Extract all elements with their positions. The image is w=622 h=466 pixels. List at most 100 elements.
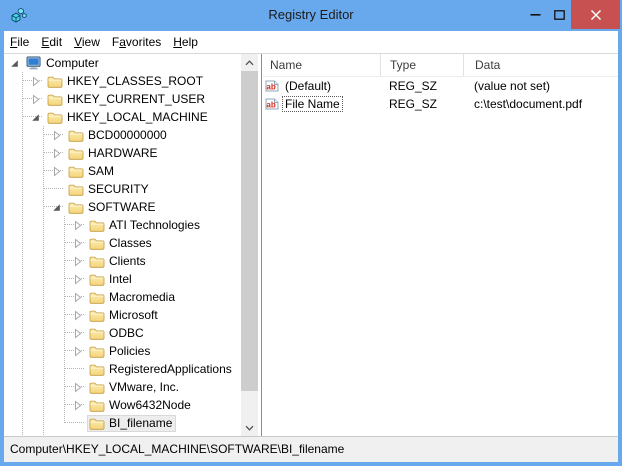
tree-item-label: BCD00000000 xyxy=(88,128,167,142)
scroll-down-button[interactable] xyxy=(241,419,258,436)
value-row-default[interactable]: ab(Default)REG_SZ(value not set) xyxy=(263,77,618,95)
tree-item-microsoft[interactable]: Microsoft xyxy=(4,306,241,324)
tree-expander-collapsed-icon[interactable] xyxy=(50,165,63,178)
tree-item-wow6432node[interactable]: Wow6432Node xyxy=(4,396,241,414)
folder-icon xyxy=(47,74,63,88)
tree-item-bi-filename[interactable]: BI_filename xyxy=(4,414,241,432)
tree-expander-collapsed-icon[interactable] xyxy=(71,219,84,232)
tree-item-intel[interactable]: Intel xyxy=(4,270,241,288)
status-bar: Computer\HKEY_LOCAL_MACHINE\SOFTWARE\BI_… xyxy=(4,436,618,462)
menu-edit[interactable]: Edit xyxy=(35,31,68,53)
minimize-button[interactable] xyxy=(526,0,544,29)
tree-scrollbar[interactable] xyxy=(241,54,258,436)
folder-icon xyxy=(89,362,105,376)
menu-file[interactable]: File xyxy=(4,31,35,53)
tree-expander-collapsed-icon[interactable] xyxy=(71,327,84,340)
folder-icon xyxy=(89,326,105,340)
folder-icon xyxy=(47,110,63,124)
tree-item-label: Macromedia xyxy=(109,290,175,304)
menu-favorites[interactable]: Favorites xyxy=(106,31,167,53)
tree-expander-collapsed-icon[interactable] xyxy=(50,147,63,160)
tree-item-software[interactable]: SOFTWARE xyxy=(4,198,241,216)
scrollbar-thumb[interactable] xyxy=(241,71,258,391)
tree-node-ati-technologies[interactable]: ATI Technologies xyxy=(87,217,204,234)
values-header: NameTypeData xyxy=(263,54,618,77)
tree-node-bcd00000000[interactable]: BCD00000000 xyxy=(66,127,171,144)
tree-item-clients[interactable]: Clients xyxy=(4,252,241,270)
value-row-file-name[interactable]: abFile NameREG_SZc:\test\document.pdf xyxy=(263,95,618,113)
titlebar[interactable]: Registry Editor xyxy=(0,0,622,31)
folder-icon xyxy=(89,308,105,322)
tree-expander-collapsed-icon[interactable] xyxy=(71,255,84,268)
tree-expander-collapsed-icon[interactable] xyxy=(71,345,84,358)
tree-item-classes[interactable]: Classes xyxy=(4,234,241,252)
tree-expander-collapsed-icon[interactable] xyxy=(71,399,84,412)
tree-node-clients[interactable]: Clients xyxy=(87,253,150,270)
tree-item-hkey-local-machine[interactable]: HKEY_LOCAL_MACHINE xyxy=(4,108,241,126)
tree-item-macromedia[interactable]: Macromedia xyxy=(4,288,241,306)
tree-expander-collapsed-icon[interactable] xyxy=(71,381,84,394)
string-value-icon: ab xyxy=(265,80,279,92)
tree-node-software[interactable]: SOFTWARE xyxy=(66,199,160,216)
tree-node-hkey-current-user[interactable]: HKEY_CURRENT_USER xyxy=(45,91,209,108)
scroll-up-button[interactable] xyxy=(241,54,258,71)
tree-item-security[interactable]: SECURITY xyxy=(4,180,241,198)
tree-item-hardware[interactable]: HARDWARE xyxy=(4,144,241,162)
tree-node-vmware-inc[interactable]: VMware, Inc. xyxy=(87,379,183,396)
tree-item-label: HARDWARE xyxy=(88,146,158,160)
tree-item-hkey-classes-root[interactable]: HKEY_CLASSES_ROOT xyxy=(4,72,241,90)
tree-node-intel[interactable]: Intel xyxy=(87,271,136,288)
tree-node-hkey-classes-root[interactable]: HKEY_CLASSES_ROOT xyxy=(45,73,207,90)
tree-node-classes[interactable]: Classes xyxy=(87,235,156,252)
tree-item-label: BI_filename xyxy=(109,416,172,430)
maximize-button[interactable] xyxy=(550,0,568,29)
tree-node-computer[interactable]: Computer xyxy=(24,55,103,72)
tree-item-bcd00000000[interactable]: BCD00000000 xyxy=(4,126,241,144)
svg-text:ab: ab xyxy=(266,100,275,109)
tree-expander-expanded-icon[interactable] xyxy=(50,201,63,214)
tree-pane: Computer HKEY_CLASSES_ROOT HKEY_CURRENT_US… xyxy=(4,54,258,436)
tree-expander-collapsed-icon[interactable] xyxy=(71,291,84,304)
column-header-name[interactable]: Name xyxy=(263,54,380,76)
tree-item-registeredapplications[interactable]: RegisteredApplications xyxy=(4,360,241,378)
tree-item-ati-technologies[interactable]: ATI Technologies xyxy=(4,216,241,234)
tree-node-policies[interactable]: Policies xyxy=(87,343,154,360)
column-header-type[interactable]: Type xyxy=(380,54,463,76)
tree-node-sam[interactable]: SAM xyxy=(66,163,118,180)
tree-node-registeredapplications[interactable]: RegisteredApplications xyxy=(87,361,236,378)
tree-node-bi-filename[interactable]: BI_filename xyxy=(87,415,176,432)
tree-expander-collapsed-icon[interactable] xyxy=(29,75,42,88)
tree-item-label: HKEY_CLASSES_ROOT xyxy=(67,74,203,88)
tree-item-odbc[interactable]: ODBC xyxy=(4,324,241,342)
tree-expander-expanded-icon[interactable] xyxy=(8,57,21,70)
tree-expander-collapsed-icon[interactable] xyxy=(71,237,84,250)
tree-item-label: HKEY_LOCAL_MACHINE xyxy=(67,110,208,124)
tree-item-computer[interactable]: Computer xyxy=(4,54,241,72)
value-name-cell: ab(Default) xyxy=(263,78,380,94)
close-button[interactable] xyxy=(571,0,620,29)
tree-node-wow6432node[interactable]: Wow6432Node xyxy=(87,397,195,414)
menu-help[interactable]: Help xyxy=(167,31,204,53)
tree-item-hkey-current-user[interactable]: HKEY_CURRENT_USER xyxy=(4,90,241,108)
tree-expander-collapsed-icon[interactable] xyxy=(50,129,63,142)
tree-node-security[interactable]: SECURITY xyxy=(66,181,153,198)
tree-expander-collapsed-icon[interactable] xyxy=(71,273,84,286)
tree-node-odbc[interactable]: ODBC xyxy=(87,325,148,342)
maximize-square-icon xyxy=(554,10,565,20)
tree-node-macromedia[interactable]: Macromedia xyxy=(87,289,179,306)
value-type: REG_SZ xyxy=(380,97,463,111)
folder-icon xyxy=(89,218,105,232)
tree-item-vmware-inc[interactable]: VMware, Inc. xyxy=(4,378,241,396)
tree-expander-expanded-icon[interactable] xyxy=(29,111,42,124)
tree-expander-collapsed-icon[interactable] xyxy=(71,309,84,322)
menu-view[interactable]: View xyxy=(68,31,106,53)
tree-node-hardware[interactable]: HARDWARE xyxy=(66,145,162,162)
tree-expander-collapsed-icon[interactable] xyxy=(29,93,42,106)
tree-node-hkey-local-machine[interactable]: HKEY_LOCAL_MACHINE xyxy=(45,109,212,126)
tree-item-label: Classes xyxy=(109,236,152,250)
column-header-data[interactable]: Data xyxy=(463,54,618,76)
chevron-down-icon xyxy=(245,425,254,431)
tree-item-sam[interactable]: SAM xyxy=(4,162,241,180)
tree-node-microsoft[interactable]: Microsoft xyxy=(87,307,162,324)
tree-item-policies[interactable]: Policies xyxy=(4,342,241,360)
